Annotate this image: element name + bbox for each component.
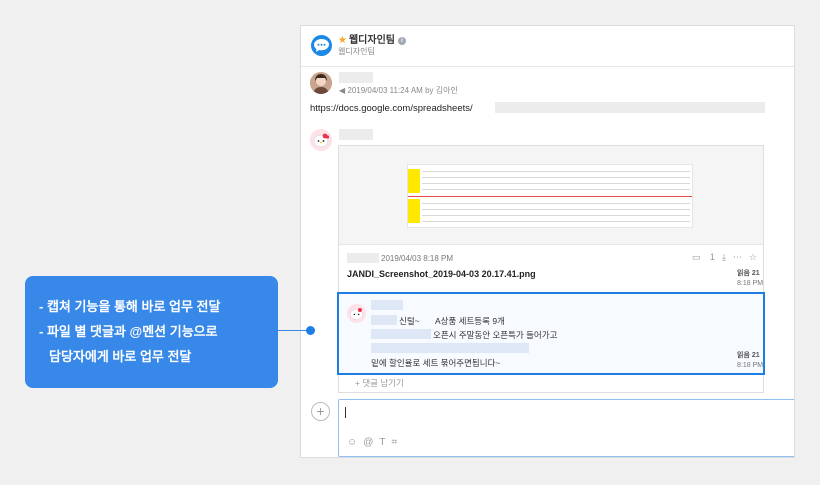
avatar[interactable] (310, 72, 332, 94)
comment-count: 1 (709, 252, 715, 262)
comment-line-2: 오픈시 주말동안 오픈특가 들어가고 (433, 330, 558, 340)
read-time: 8:18 PM (737, 362, 764, 369)
emoji-icon[interactable]: ☺ (347, 437, 357, 448)
commenter-redacted (371, 300, 403, 310)
callout-pointer-dot (306, 326, 315, 335)
read-status[interactable]: 읽음 21 8:18 PM (737, 269, 763, 289)
comment-redacted (371, 343, 529, 353)
url-redacted (495, 102, 765, 113)
callout-line: 담당자에게 바로 업무 전달 (49, 349, 192, 364)
file-name[interactable]: JANDI_Screenshot_2019-04-03 20.17.41.png (347, 269, 536, 279)
text-caret (345, 407, 346, 418)
comment-line-3: 밑에 할인율로 세트 묶어주면됩니다~ (371, 358, 501, 368)
comment-line-1-prefix: 신털~ (399, 316, 420, 326)
uploader-redacted (347, 253, 379, 263)
file-preview[interactable] (339, 146, 763, 245)
callout-line: - 캡쳐 기능을 통해 바로 업무 전달 (39, 299, 221, 314)
file-actions: ▭ 1 ⤓ ⋯ ☆ (685, 252, 757, 263)
file-card[interactable]: 2019/04/03 8:18 PM ▭ 1 ⤓ ⋯ ☆ JANDI_Screensh… (337, 145, 765, 393)
read-time: 8:18 PM (737, 280, 764, 287)
read-count: 읽음 21 (737, 352, 760, 359)
avatar[interactable] (347, 304, 366, 323)
comment-redacted (371, 329, 431, 339)
room-header: ★ 웹디자인팀 i 웹디자인팀 (301, 26, 794, 67)
text-format-icon[interactable]: T (379, 437, 385, 448)
chat-bubble-icon (311, 35, 332, 56)
callout-line: - 파일 별 댓글과 @멘션 기능으로 (39, 324, 218, 339)
message-composer: + ☺ @ T ⌗ (301, 399, 794, 457)
crop-icon[interactable]: ⌗ (391, 437, 397, 448)
room-title-text: 웹디자인팀 (348, 35, 395, 46)
message-link[interactable]: https://docs.google.com/spreadsheets/ (310, 103, 473, 114)
spreadsheet-thumbnail (407, 164, 693, 228)
mention-icon[interactable]: @ (363, 437, 373, 448)
file-meta: 2019/04/03 8:18 PM (381, 254, 454, 263)
sender-name-redacted (339, 72, 373, 83)
room-title[interactable]: ★ 웹디자인팀 i (338, 31, 406, 46)
sender-name-redacted (339, 129, 373, 140)
attach-plus-button[interactable]: + (311, 402, 330, 421)
avatar[interactable] (310, 129, 332, 151)
feature-callout: - 캡쳐 기능을 통해 바로 업무 전달 - 파일 별 댓글과 @멘션 기능으로… (25, 276, 278, 388)
star-icon[interactable]: ☆ (749, 252, 757, 262)
comment-highlight: 신털~ A상품 세트등록 9개 오픈시 주말동안 오픈특가 들어가고 밑에 할인… (337, 292, 765, 375)
read-count: 읽음 21 (737, 270, 760, 277)
message-input[interactable]: ☺ @ T ⌗ (338, 399, 794, 457)
download-icon[interactable]: ⤓ (722, 252, 726, 262)
more-icon[interactable]: ⋯ (733, 252, 742, 262)
message-meta: ◀ 2019/04/03 11:24 AM by 김아인 (339, 86, 458, 95)
favorite-star-icon[interactable]: ★ (338, 35, 347, 46)
info-icon[interactable]: i (397, 37, 406, 45)
room-subtitle: 웹디자인팀 (338, 47, 375, 56)
composer-toolbar: ☺ @ T ⌗ (347, 437, 403, 448)
add-comment-button[interactable]: + 댓글 남기기 (355, 377, 404, 389)
mention-redacted (371, 315, 397, 325)
read-status[interactable]: 읽음 21 8:18 PM (737, 351, 763, 371)
comment-line-1: A상품 세트등록 9개 (435, 316, 505, 326)
chat-window: ★ 웹디자인팀 i 웹디자인팀 ◀ 2019/04/03 11:24 AM by 김… (300, 25, 795, 458)
comment-icon[interactable]: ▭ 1 (692, 252, 715, 262)
